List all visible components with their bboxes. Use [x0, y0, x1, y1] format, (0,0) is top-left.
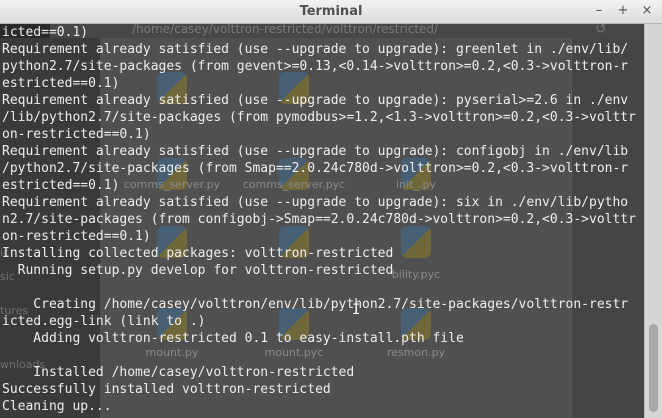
terminal-line: estricted==0.1) — [2, 178, 120, 193]
terminal-line: on-restricted==0.1) — [2, 127, 151, 142]
terminal-line: Adding volttron-restricted 0.1 to easy-i… — [2, 331, 464, 346]
mouse-ibeam-cursor: I — [352, 302, 361, 318]
terminal-line: Installed /home/casey/volttron-restricte… — [2, 365, 355, 380]
minimize-button[interactable]: – — [592, 3, 606, 19]
maximize-button[interactable]: + — [616, 3, 630, 19]
terminal-line: /python2.7/site-packages (from Smap==2.0… — [2, 161, 629, 176]
scrollbar-thumb[interactable] — [649, 324, 658, 412]
terminal-scrollbar[interactable] — [644, 24, 662, 418]
terminal-line: Installing collected packages: volttron-… — [2, 246, 394, 261]
window-title: Terminal — [299, 4, 363, 19]
terminal-line: icted==0.1) — [2, 25, 89, 40]
terminal-line: Cleaning up... — [2, 399, 112, 414]
terminal-line: Requirement already satisfied (use --upg… — [2, 144, 629, 159]
terminal-area[interactable]: /home/casey/volttron-restricted/volttron… — [0, 24, 644, 418]
terminal-line: Requirement already satisfied (use --upg… — [2, 42, 629, 57]
terminal-line: Requirement already satisfied (use --upg… — [2, 195, 629, 210]
title-bar[interactable]: Terminal – + × — [0, 0, 662, 24]
terminal-line: n2.7/site-packages (from configobj->Smap… — [2, 212, 636, 227]
terminal-line: Creating /home/casey/volttron/env/lib/py… — [2, 297, 629, 312]
terminal-line: icted.egg-link (link to .) — [2, 314, 206, 329]
terminal-output[interactable]: icted==0.1) Requirement already satisfied… — [2, 24, 642, 415]
terminal-line: Requirement already satisfied (use --upg… — [2, 93, 629, 108]
terminal-line: Successfully installed volttron-restrict… — [2, 382, 331, 397]
terminal-line: /lib/python2.7/site-packages (from pymod… — [2, 110, 636, 125]
terminal-line: estricted==0.1) — [2, 76, 120, 91]
terminal-line: Running setup.py develop for volttron-re… — [2, 263, 394, 278]
terminal-line: on-restricted==0.1) — [2, 229, 151, 244]
window-controls: – + × — [592, 3, 654, 19]
terminal-line: python2.7/site-packages (from gevent>=0.… — [2, 59, 629, 74]
close-button[interactable]: × — [640, 3, 654, 19]
terminal-window: Terminal – + × /home/casey/volttron-rest… — [0, 0, 662, 418]
